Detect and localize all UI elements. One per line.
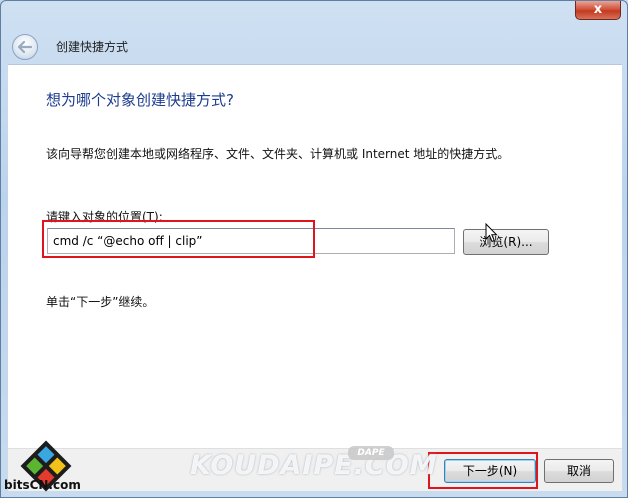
cancel-button[interactable]: 取消 [544, 459, 614, 483]
wizard-content: 想为哪个对象创建快捷方式? 该向导帮您创建本地或网络程序、文件、文件夹、计算机或… [8, 64, 622, 449]
close-icon: x [593, 2, 603, 17]
close-button[interactable]: x [575, 1, 621, 20]
page-heading: 想为哪个对象创建快捷方式? [46, 91, 234, 109]
next-button[interactable]: 下一步(N) [444, 459, 536, 483]
back-button[interactable] [12, 33, 38, 60]
location-input[interactable] [47, 228, 455, 254]
window-title: 创建快捷方式 [56, 40, 129, 54]
back-arrow-icon [18, 40, 32, 53]
mouse-pointer-icon [485, 223, 498, 243]
watermark-badge: DAPE [348, 446, 394, 460]
browse-button[interactable]: 浏览(R)... [463, 229, 549, 255]
wizard-description: 该向导帮您创建本地或网络程序、文件、文件夹、计算机或 Internet 地址的快… [46, 147, 510, 161]
wizard-header: 创建快捷方式 [8, 29, 622, 64]
location-label: 请键入对象的位置(T): [46, 210, 163, 224]
watermark-text: KOUDAIPE.COM [190, 450, 438, 481]
logo-text: bitsCN.com [4, 478, 81, 492]
wizard-window: x 创建快捷方式 想为哪个对象创建快捷方式? 该向导帮您创建本地或网络程序、文件… [0, 0, 628, 498]
continue-hint: 单击“下一步”继续。 [46, 295, 155, 309]
